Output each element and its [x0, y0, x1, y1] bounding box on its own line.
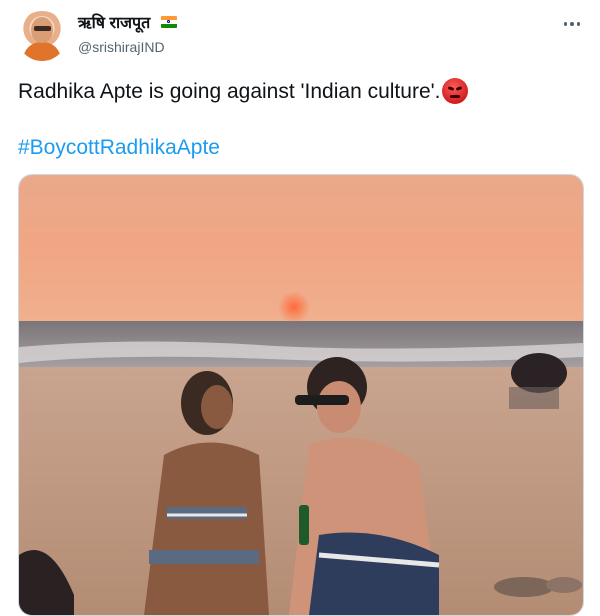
avatar[interactable] — [17, 11, 67, 61]
tweet-card: ऋषि राजपूत @srishirajIND Radhika Apte is… — [0, 0, 600, 616]
tweet-text: Radhika Apte is going against 'Indian cu… — [18, 78, 578, 106]
india-flag-icon — [160, 15, 177, 28]
rock-reflection — [509, 387, 559, 409]
sun — [278, 291, 310, 323]
display-name[interactable]: ऋषि राजपूत — [78, 14, 150, 34]
more-options-icon[interactable] — [560, 16, 584, 32]
user-info: ऋषि राजपूत @srishirajIND — [78, 14, 177, 56]
avatar-robe — [23, 42, 61, 61]
beach-sunset-photo[interactable] — [18, 174, 584, 616]
angry-face-icon — [442, 78, 469, 104]
avatar-sunglasses — [34, 26, 51, 31]
hashtag-link[interactable]: #BoycottRadhikaApte — [18, 134, 220, 162]
photo-illustration — [19, 175, 583, 615]
tweet-body: Radhika Apte is going against 'Indian cu… — [18, 80, 441, 103]
user-handle[interactable]: @srishirajIND — [78, 38, 177, 56]
